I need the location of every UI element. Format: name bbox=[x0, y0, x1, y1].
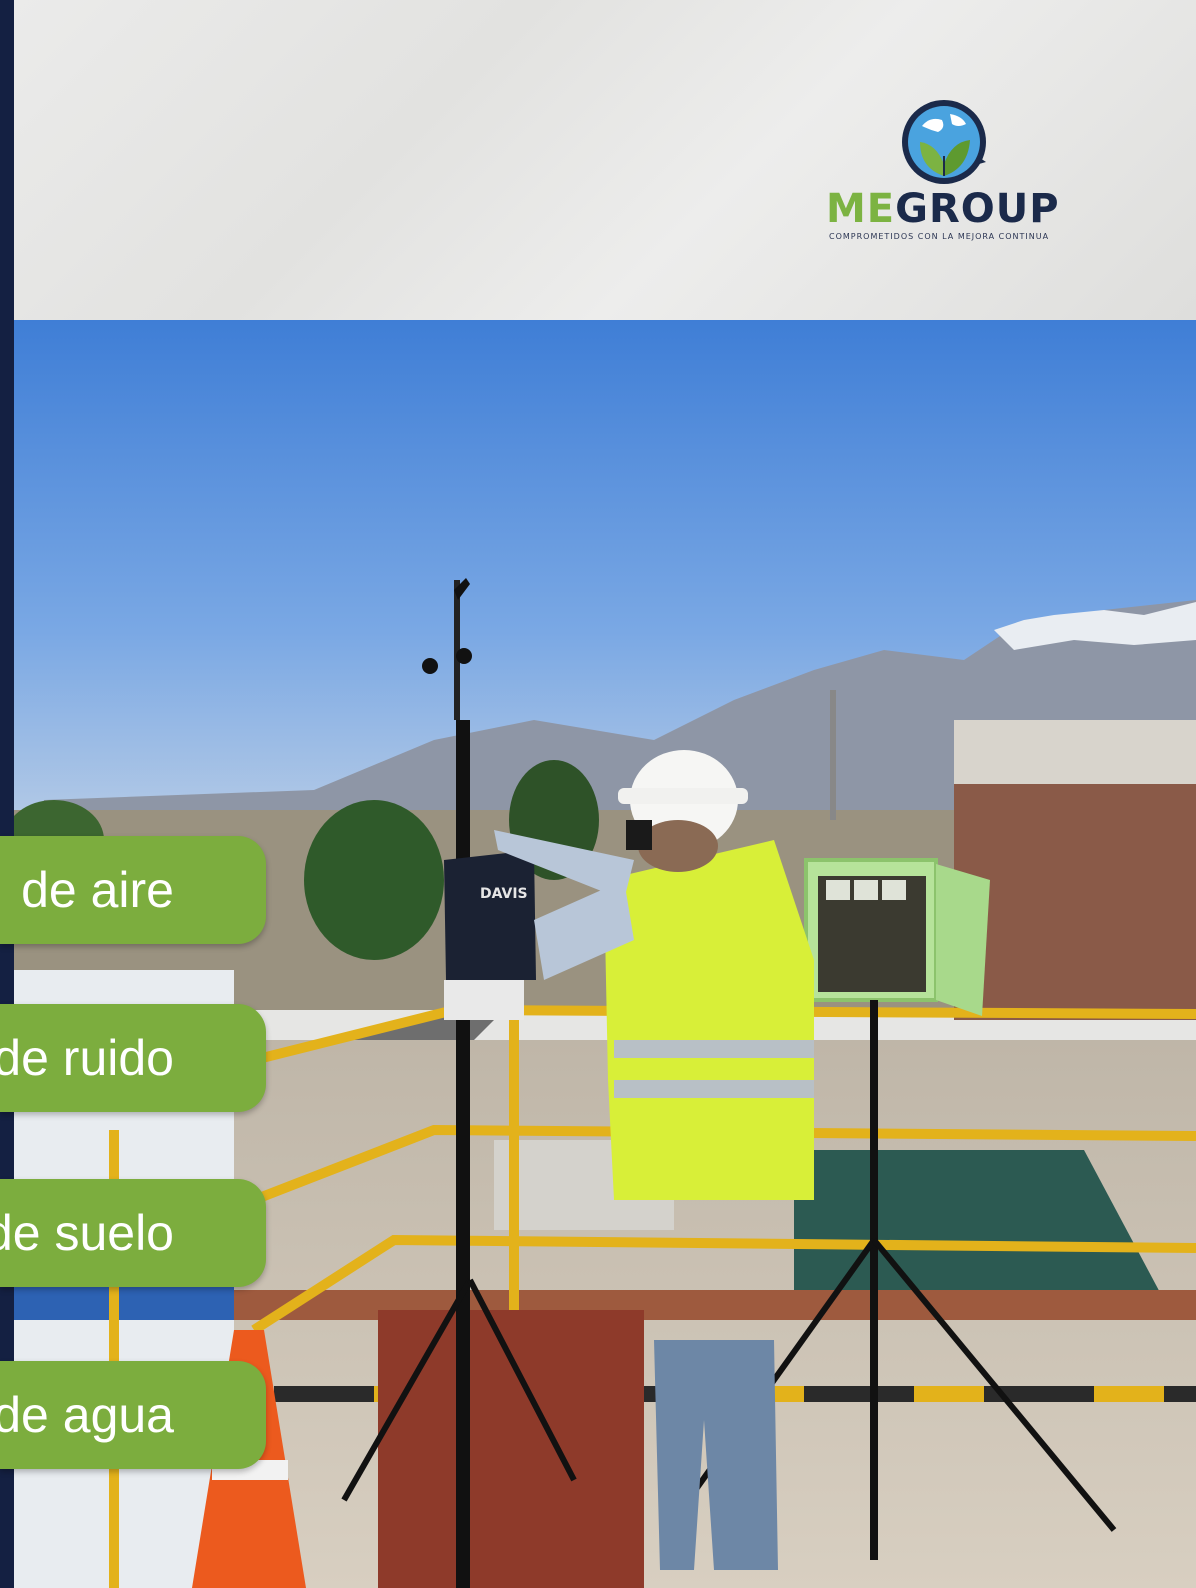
megroup-logo: MEGROUP COMPROMETIDOS CON LA MEJORA CONT… bbox=[826, 96, 1066, 246]
service-label-ruido: de ruido bbox=[0, 1030, 174, 1086]
header-panel: MEGROUP COMPROMETIDOS CON LA MEJORA CONT… bbox=[14, 0, 1196, 320]
service-pill-suelo[interactable]: de suelo bbox=[0, 1179, 266, 1287]
antenna-tower bbox=[830, 690, 836, 820]
service-pill-aire[interactable]: de aire bbox=[0, 836, 266, 944]
device-label: DAVIS bbox=[480, 886, 528, 902]
service-label-aire: de aire bbox=[21, 862, 174, 918]
service-pill-ruido[interactable]: de ruido bbox=[0, 1004, 266, 1112]
logo-wordmark: MEGROUP bbox=[826, 186, 1066, 232]
logo-me: ME bbox=[826, 186, 896, 232]
service-label-suelo: de suelo bbox=[0, 1205, 174, 1261]
logo-group: GROUP bbox=[895, 186, 1060, 232]
globe-leaf-icon bbox=[902, 100, 986, 184]
rooftop-tanks bbox=[954, 720, 1196, 784]
logo-tagline: COMPROMETIDOS CON LA MEJORA CONTINUA bbox=[829, 232, 1050, 241]
service-label-agua: de agua bbox=[0, 1387, 174, 1443]
red-pedestal bbox=[378, 1310, 644, 1588]
service-pill-agua[interactable]: de agua bbox=[0, 1361, 266, 1469]
brick-building bbox=[954, 780, 1196, 1020]
left-accent-bar bbox=[0, 0, 14, 1588]
tree bbox=[304, 800, 444, 960]
